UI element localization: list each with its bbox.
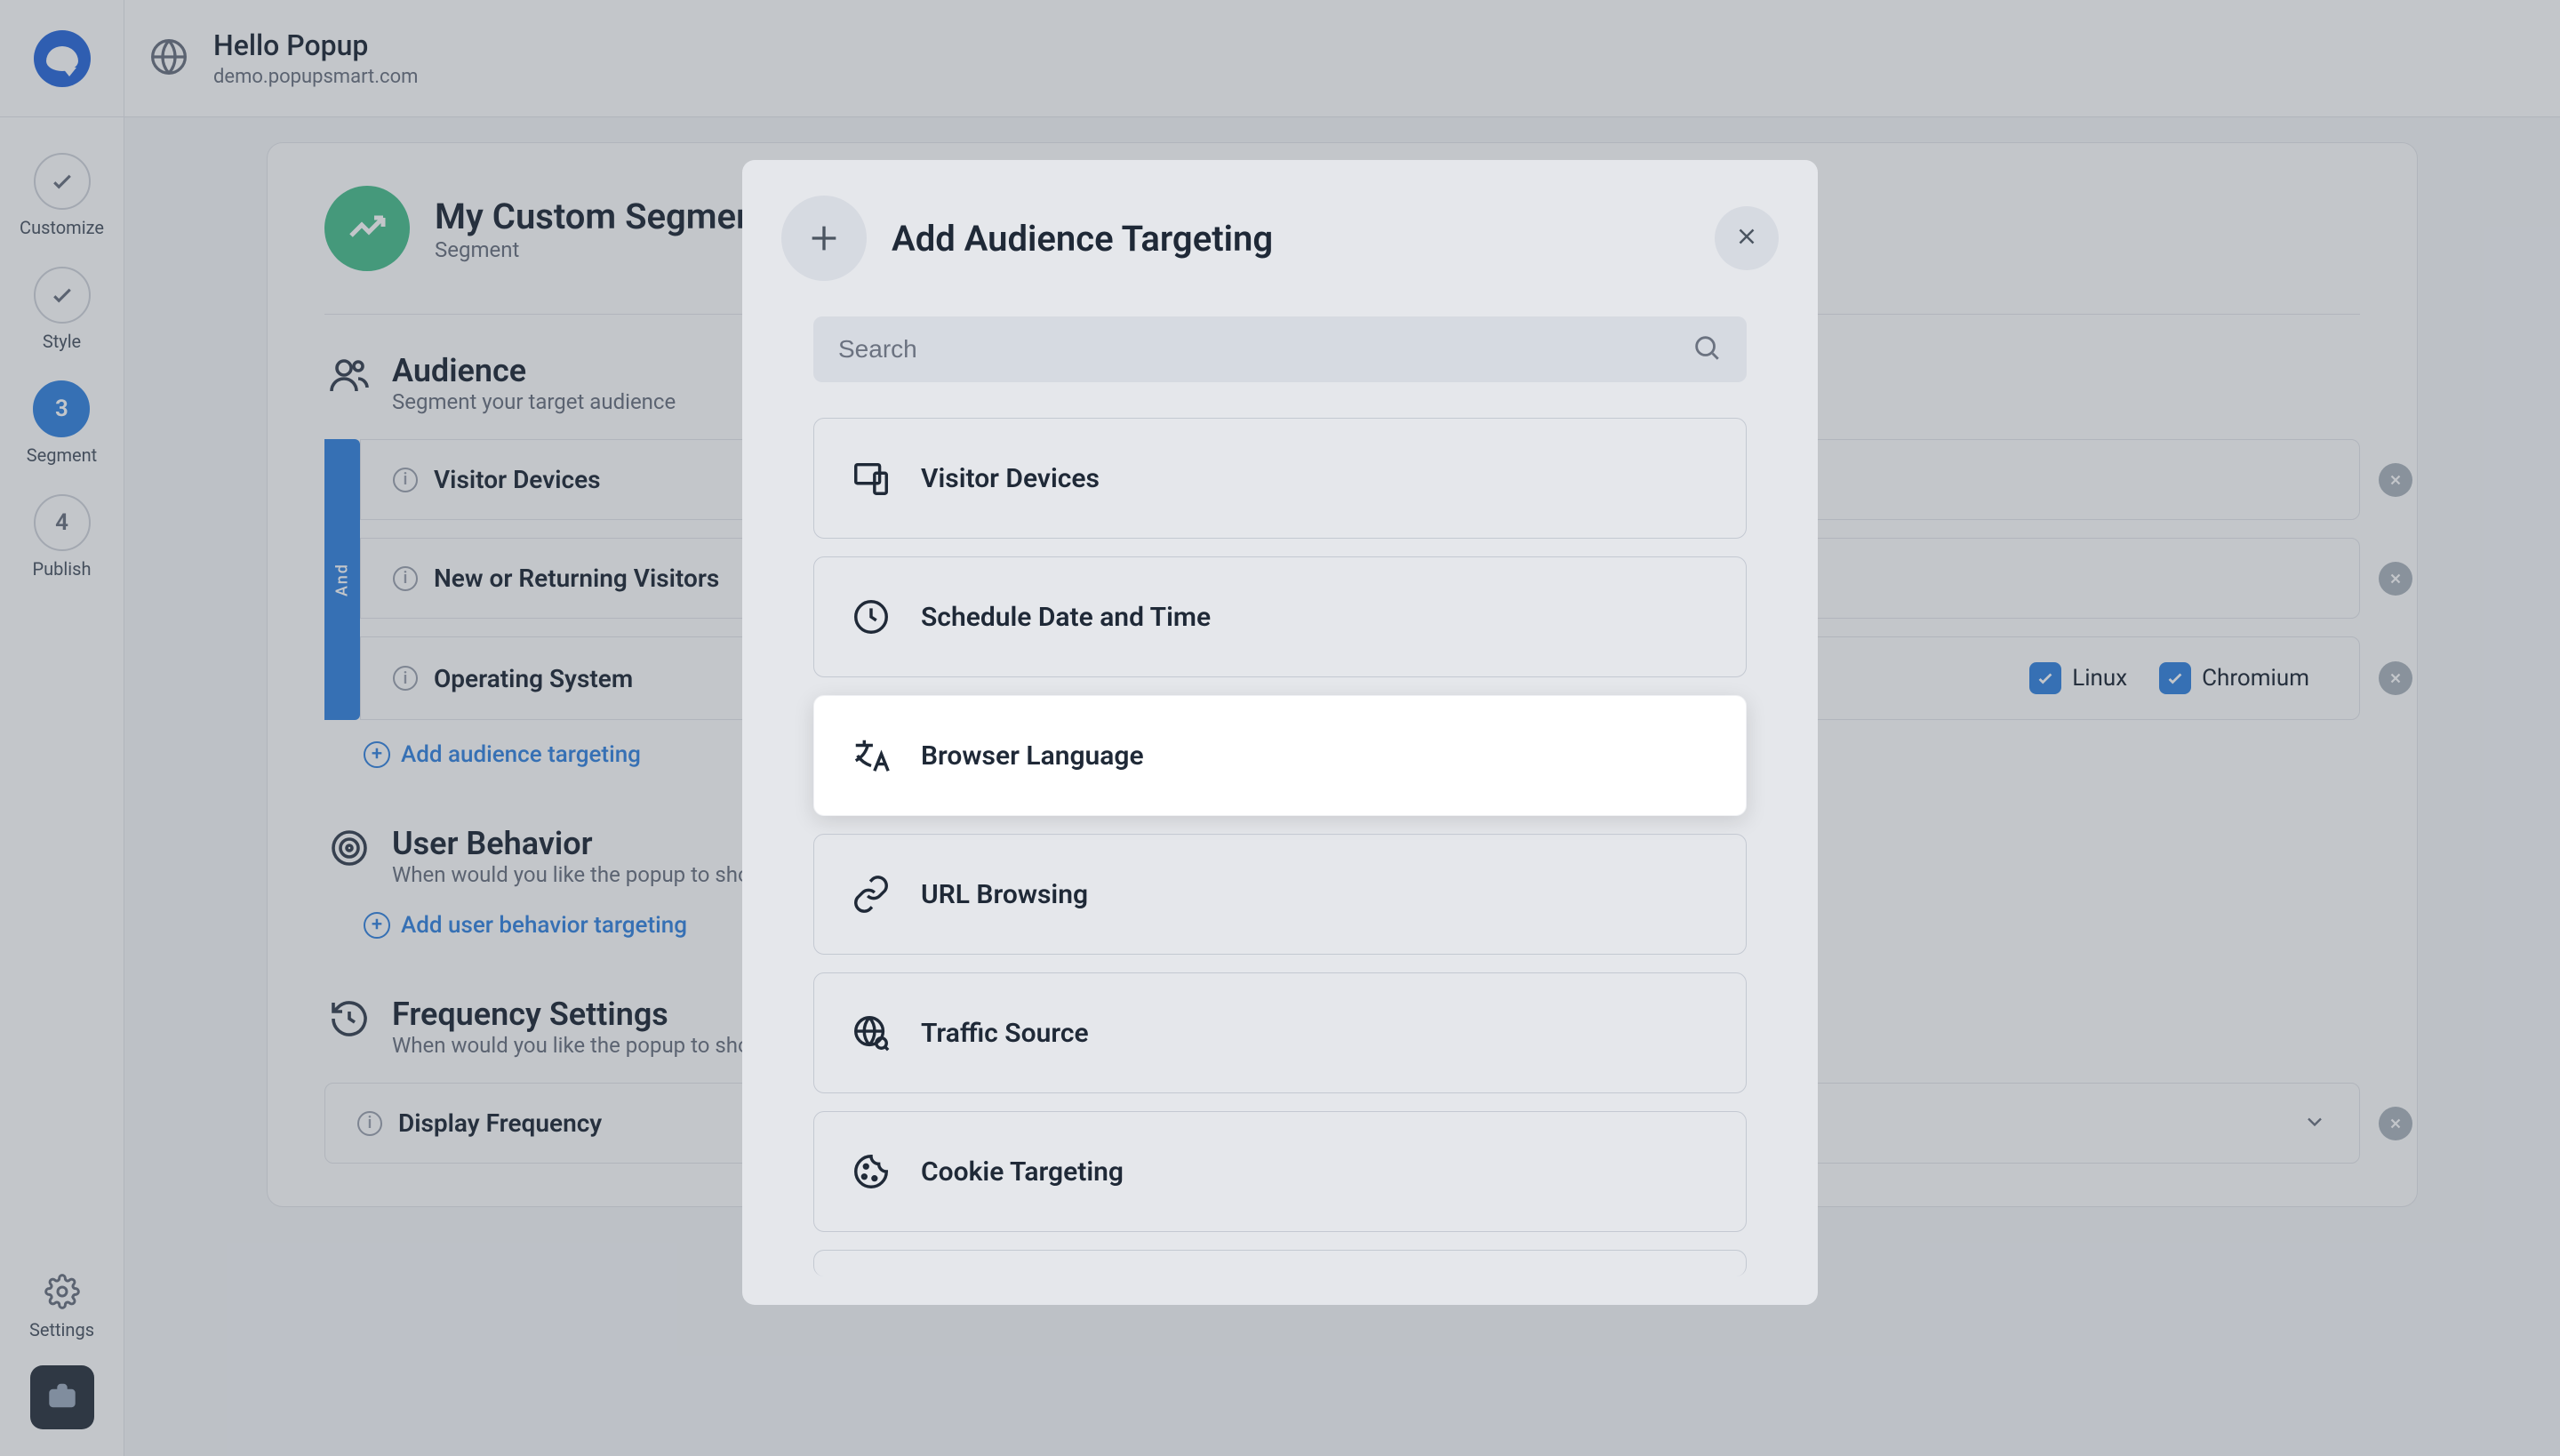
search-input[interactable] [838,335,1692,364]
option-traffic-source[interactable]: Traffic Source [813,972,1747,1093]
option-cookie-targeting[interactable]: Cookie Targeting [813,1111,1747,1232]
option-label: Schedule Date and Time [921,602,1211,633]
cookie-icon [850,1151,892,1192]
modal-plus-icon [781,196,867,281]
option-label: URL Browsing [921,879,1088,910]
option-label: Visitor Devices [921,463,1100,494]
translate-icon [850,735,892,776]
modal-close-button[interactable] [1715,206,1779,270]
modal-title: Add Audience Targeting [892,218,1273,260]
search-field[interactable] [813,316,1747,382]
option-browser-language[interactable]: Browser Language [813,695,1747,816]
option-url-browsing[interactable]: URL Browsing [813,834,1747,955]
close-icon [1733,223,1760,253]
option-visitor-devices[interactable]: Visitor Devices [813,418,1747,539]
search-icon [1692,332,1722,366]
clock-icon [850,596,892,637]
link-icon [850,874,892,915]
modal-overlay[interactable]: Add Audience Targeting Visitor D [0,0,2560,1456]
option-next-partial[interactable] [813,1250,1747,1276]
option-label: Cookie Targeting [921,1156,1124,1188]
globe-search-icon [850,1012,892,1053]
devices-icon [850,458,892,499]
option-schedule[interactable]: Schedule Date and Time [813,556,1747,677]
option-label: Traffic Source [921,1018,1089,1049]
add-targeting-modal: Add Audience Targeting Visitor D [742,160,1818,1305]
option-label: Browser Language [921,740,1144,772]
